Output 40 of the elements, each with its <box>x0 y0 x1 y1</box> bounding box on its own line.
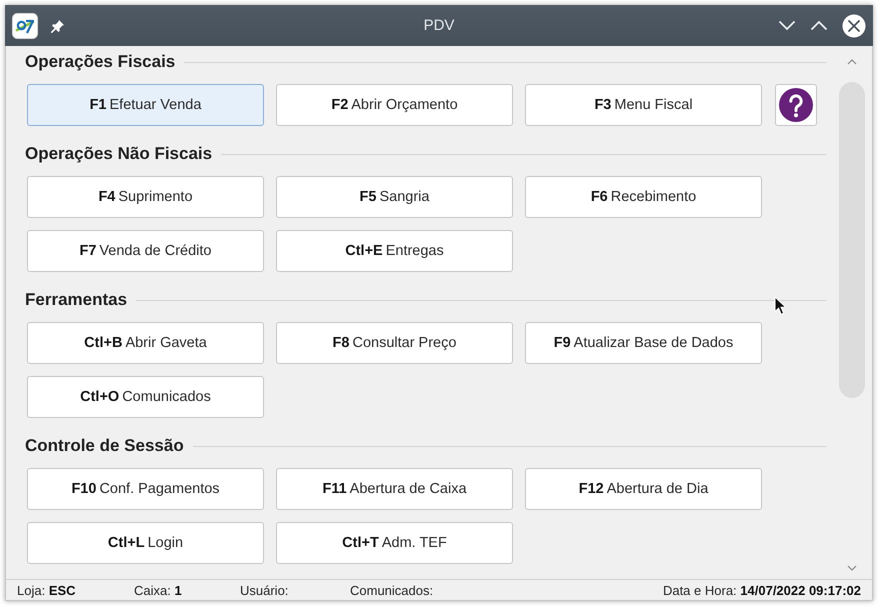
shortcut-button[interactable]: F9 Atualizar Base de Dados <box>525 322 762 364</box>
app-logo-icon[interactable] <box>12 12 38 38</box>
status-value: 1 <box>174 582 182 598</box>
shortcut-button[interactable]: Ctl+T Adm. TEF <box>276 522 513 564</box>
status-label: Data e Hora: <box>662 582 737 598</box>
shortcut-button[interactable]: Ctl+E Entregas <box>276 230 513 272</box>
scroll-up-icon[interactable] <box>847 59 857 65</box>
shortcut-button[interactable]: F2 Abrir Orçamento <box>276 84 513 126</box>
section-title: Operações Não Fiscais <box>25 144 212 164</box>
shortcut-button[interactable]: Ctl+B Abrir Gaveta <box>27 322 264 364</box>
maximize-icon[interactable] <box>810 20 828 31</box>
section-title: Operações Fiscais <box>25 52 176 72</box>
shortcut-button[interactable]: F3 Menu Fiscal <box>525 84 762 126</box>
scroll-down-icon[interactable] <box>847 565 857 571</box>
shortcut-button[interactable]: F10 Conf. Pagamentos <box>27 468 264 510</box>
shortcut-button[interactable]: Ctl+O Comunicados <box>27 376 264 418</box>
shortcut-button[interactable]: F11 Abertura de Caixa <box>276 468 513 510</box>
shortcut-button[interactable]: Ctl+L Login <box>27 522 264 564</box>
window-title: PDV <box>424 17 454 34</box>
shortcut-button[interactable]: F1 Efetuar Venda <box>27 84 264 126</box>
shortcut-button[interactable]: F4 Suprimento <box>27 176 264 218</box>
help-icon <box>779 88 813 122</box>
status-value: 14/07/2022 09:17:02 <box>740 582 861 598</box>
status-label: Comunicados: <box>350 582 434 598</box>
help-button[interactable] <box>775 84 817 126</box>
shortcut-button[interactable]: F6 Recebimento <box>525 176 762 218</box>
status-label: Caixa: <box>134 582 171 598</box>
status-label: Usuário: <box>240 582 288 598</box>
section-title: Controle de Sessão <box>25 436 184 456</box>
status-value: ESC <box>48 582 76 598</box>
minimize-icon[interactable] <box>778 20 796 31</box>
close-icon[interactable] <box>842 14 866 38</box>
shortcut-button[interactable]: F5 Sangria <box>276 176 513 218</box>
shortcut-button[interactable]: F7 Venda de Crédito <box>27 230 264 272</box>
shortcut-button[interactable]: F12 Abertura de Dia <box>525 468 762 510</box>
pin-icon[interactable] <box>51 18 65 32</box>
status-label: Loja: <box>17 582 46 598</box>
mouse-pointer-icon <box>774 296 787 316</box>
shortcut-button[interactable]: F8 Consultar Preço <box>276 322 513 364</box>
section-title: Ferramentas <box>25 290 128 310</box>
